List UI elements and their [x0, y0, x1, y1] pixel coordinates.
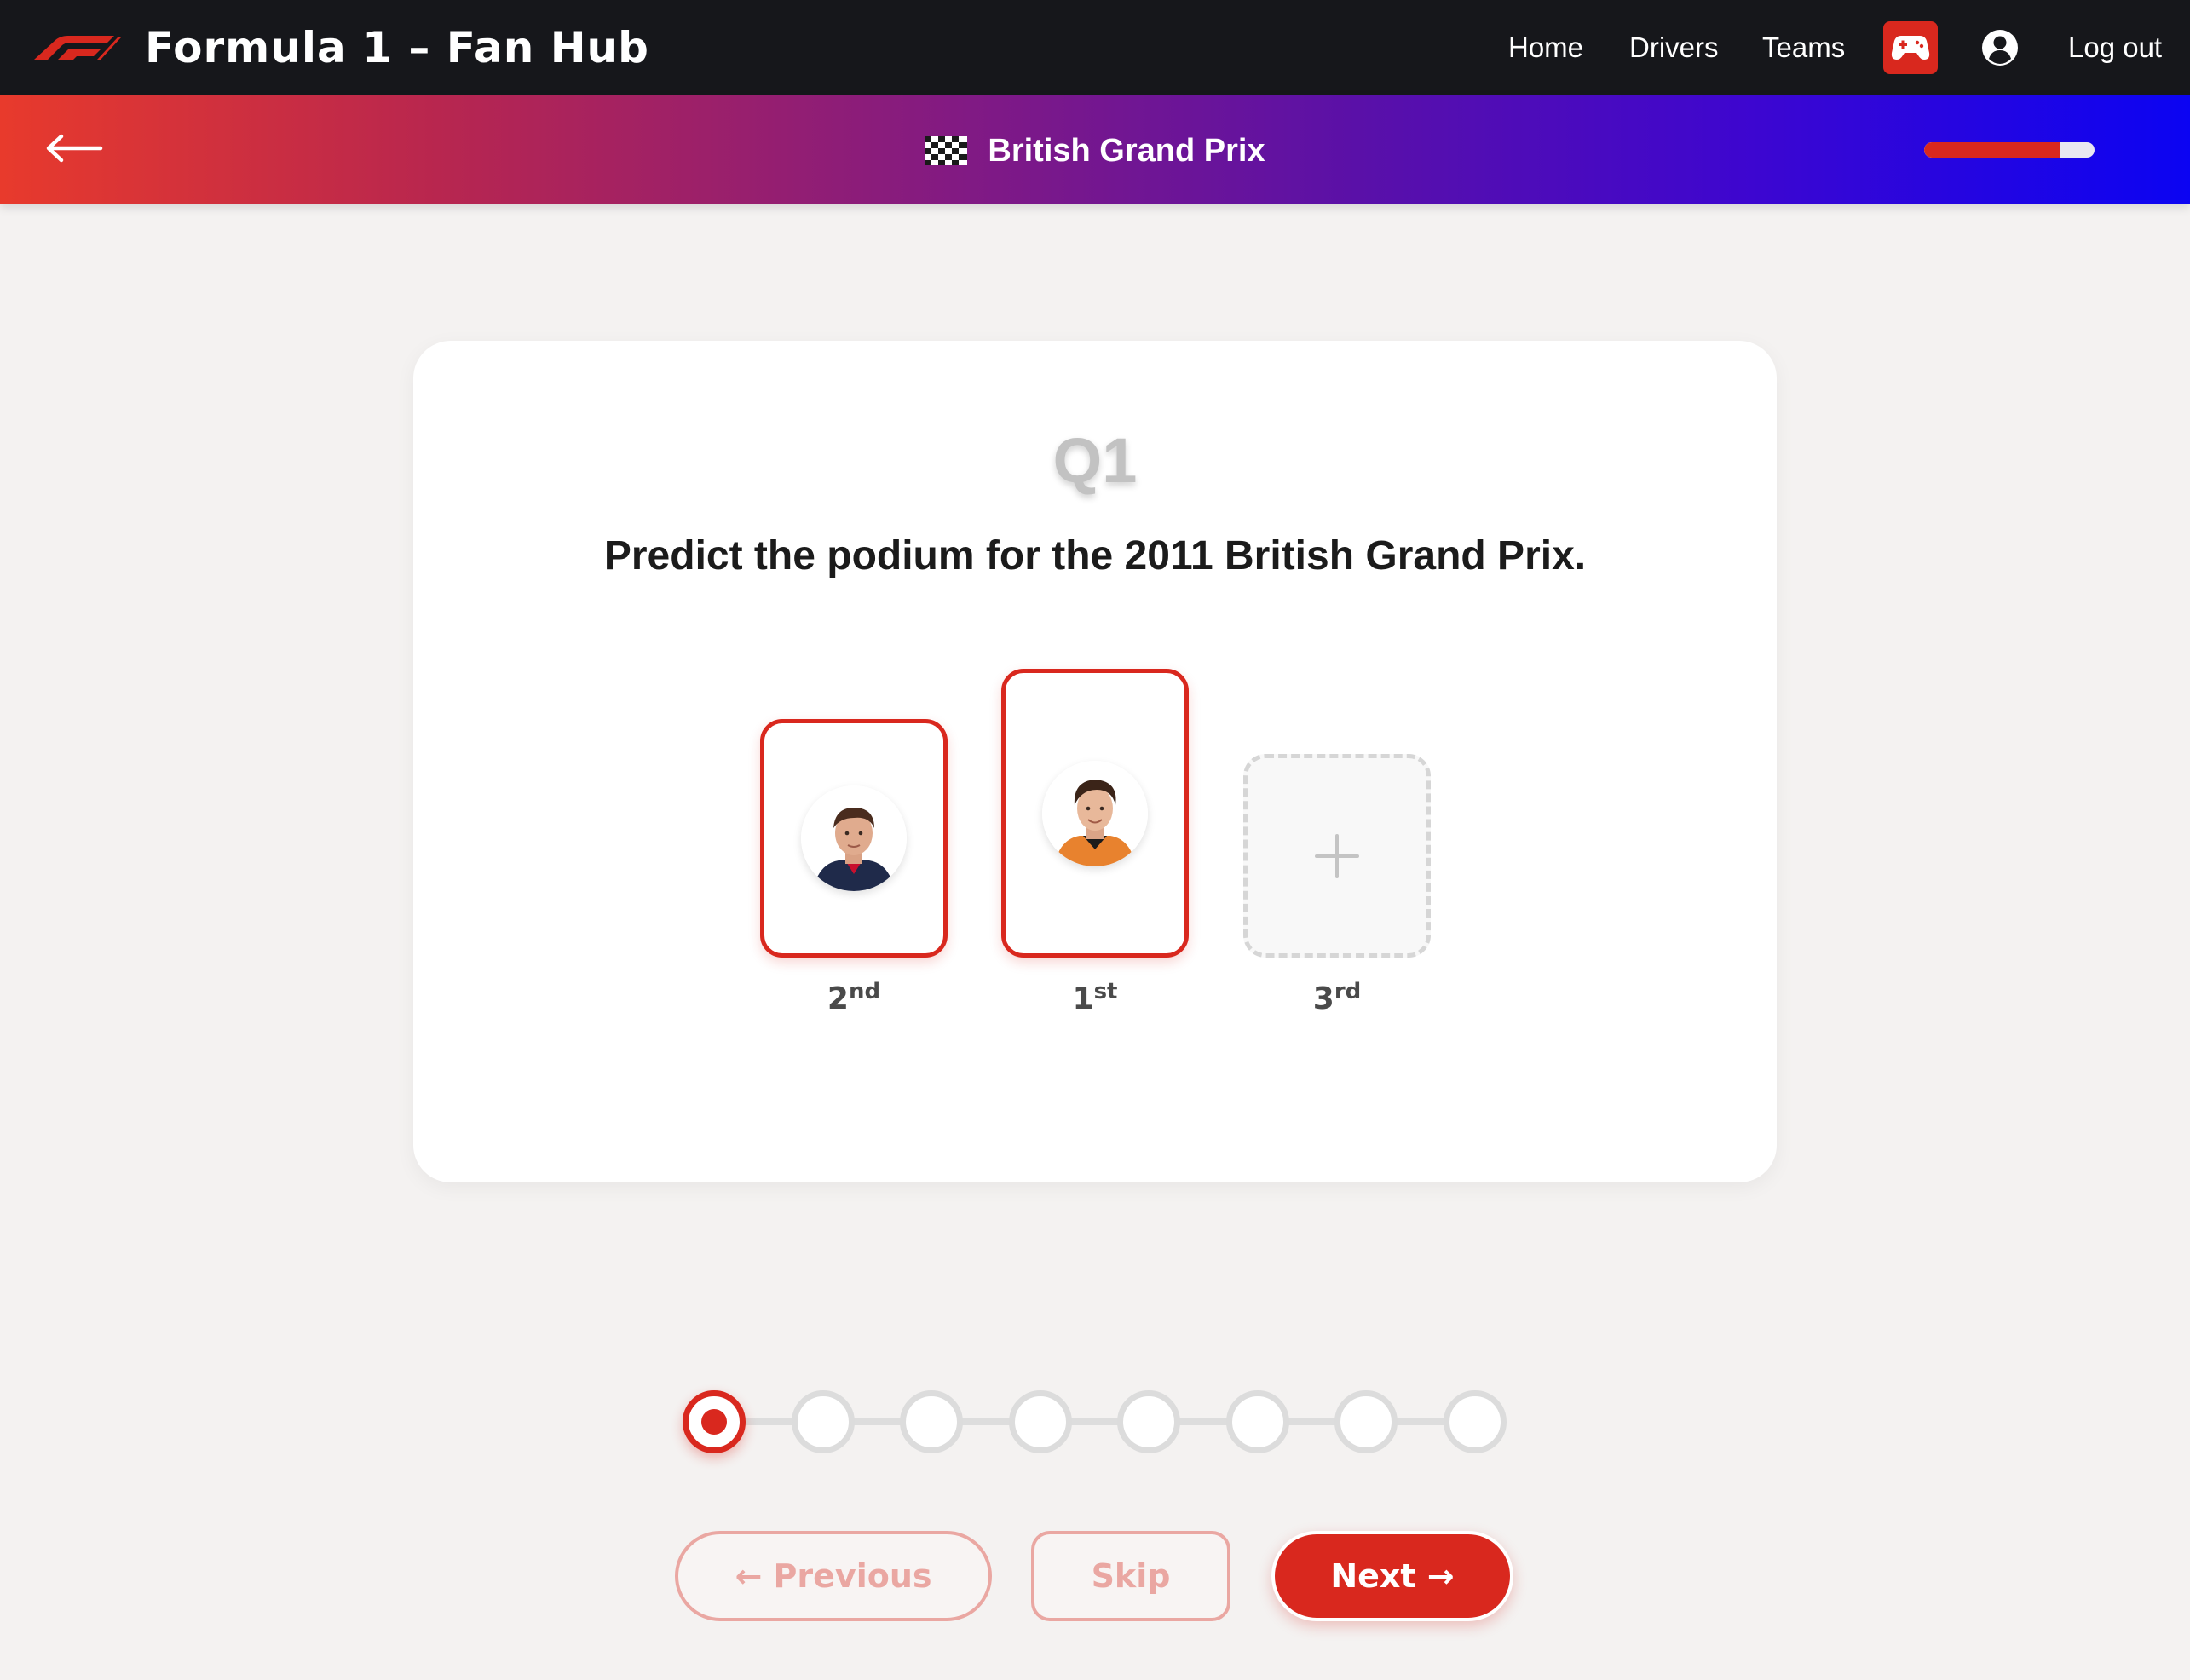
checkered-flag-icon — [925, 136, 968, 165]
account-icon[interactable] — [1981, 29, 2019, 66]
quiz-progress-bar — [1924, 142, 2095, 158]
step-dot-4[interactable] — [1008, 1390, 1072, 1453]
race-title-group: British Grand Prix — [0, 128, 2190, 174]
question-text: Predict the podium for the 2011 British … — [603, 533, 1587, 578]
question-number: Q1 — [1052, 425, 1138, 496]
step-dot-7[interactable] — [1334, 1390, 1398, 1453]
f1-logo[interactable] — [29, 34, 121, 61]
logout-link[interactable]: Log out — [2068, 29, 2162, 66]
step-dot-6[interactable] — [1225, 1390, 1289, 1453]
driver-portrait-mclaren — [1042, 760, 1148, 866]
plus-icon — [1315, 833, 1359, 878]
driver-avatar-2nd — [801, 785, 907, 891]
race-header: British Grand Prix — [0, 95, 2190, 204]
game-button[interactable] — [1883, 21, 1938, 74]
nav-teams-link[interactable]: Teams — [1762, 29, 1845, 66]
step-dot-1[interactable] — [683, 1390, 746, 1453]
race-title: British Grand Prix — [988, 133, 1265, 169]
driver-portrait-red-bull — [801, 785, 907, 891]
nav-home-link[interactable]: Home — [1508, 29, 1583, 66]
podium-slot-3rd[interactable] — [1243, 754, 1431, 958]
step-dot-8[interactable] — [1443, 1390, 1507, 1453]
podium-slot-1st[interactable] — [1001, 669, 1189, 958]
top-navbar: Formula 1 – Fan Hub Home Drivers Teams L… — [0, 0, 2190, 95]
place-label-1st: 1st — [1072, 979, 1118, 1016]
skip-button[interactable]: Skip — [1031, 1531, 1230, 1621]
next-button[interactable]: Next → — [1271, 1531, 1513, 1621]
quiz-progress-fill — [1924, 142, 2060, 158]
step-dot-3[interactable] — [900, 1390, 963, 1453]
nav-drivers-link[interactable]: Drivers — [1629, 29, 1719, 66]
gamepad-icon — [1891, 36, 1930, 60]
previous-button[interactable]: ← Previous — [675, 1531, 992, 1621]
driver-avatar-1st — [1042, 760, 1148, 866]
step-dot-5[interactable] — [1117, 1390, 1180, 1453]
question-card: Q1 Predict the podium for the 2011 Briti… — [413, 341, 1777, 1182]
place-label-2nd: 2nd — [827, 979, 881, 1016]
podium-slot-2nd[interactable] — [760, 719, 948, 958]
step-dot-2[interactable] — [791, 1390, 855, 1453]
place-label-3rd: 3rd — [1312, 979, 1362, 1016]
app-title: Formula 1 – Fan Hub — [145, 23, 649, 72]
